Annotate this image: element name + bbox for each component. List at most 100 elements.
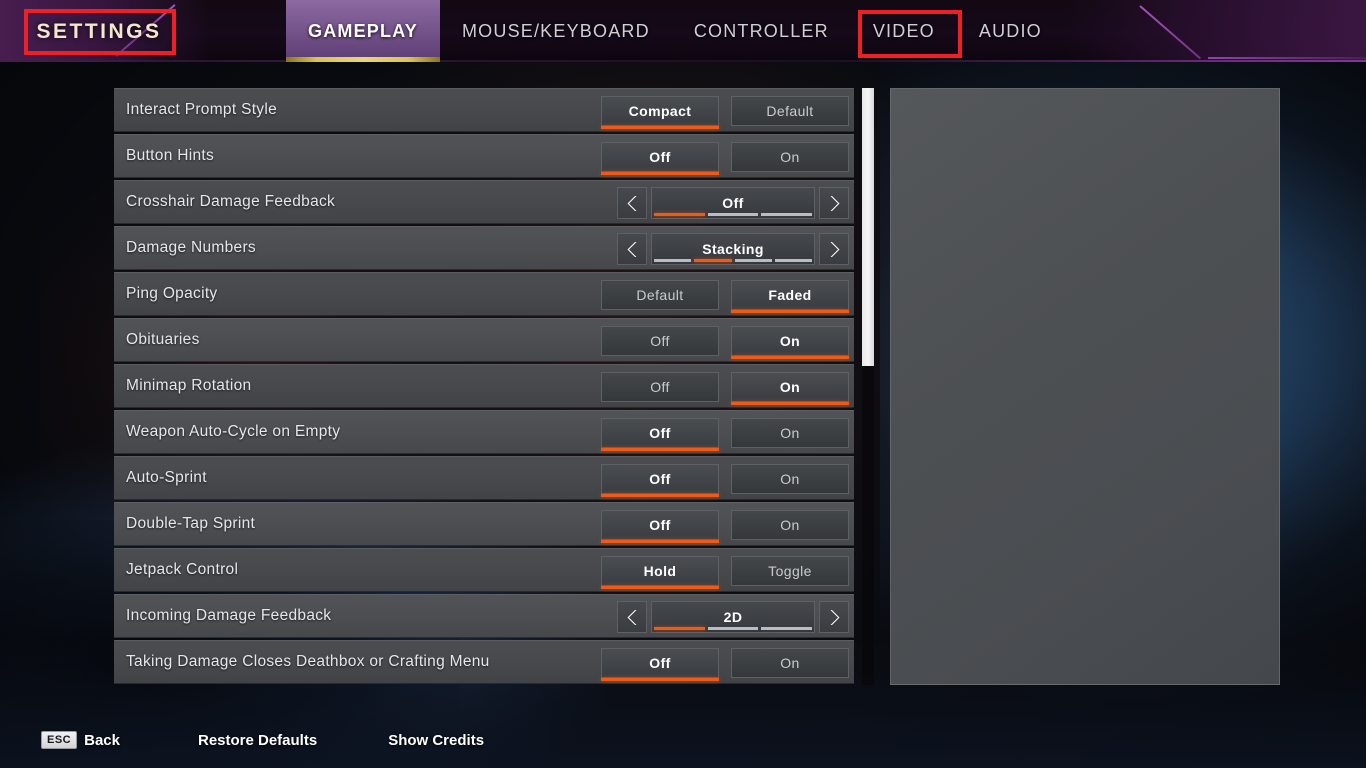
- chevron-right-icon[interactable]: [819, 187, 849, 219]
- tab-bar: GAMEPLAY MOUSE/KEYBOARD CONTROLLER VIDEO AUD…: [286, 0, 1064, 62]
- option-button[interactable]: Off: [601, 464, 719, 497]
- slider-value-box[interactable]: Stacking: [651, 233, 815, 265]
- restore-defaults-label: Restore Defaults: [197, 731, 318, 749]
- selected-indicator: [601, 448, 719, 451]
- tab-audio[interactable]: AUDIO: [957, 0, 1064, 62]
- chevron-left-icon[interactable]: [617, 601, 647, 633]
- slider-segments: [654, 213, 813, 216]
- slider-segment: [761, 627, 813, 630]
- settings-list[interactable]: Interact Prompt Style Compact Default Butto…: [114, 88, 854, 685]
- option-button[interactable]: On: [731, 464, 849, 494]
- slider-segment: [654, 213, 705, 216]
- settings-row[interactable]: Button Hints Off On: [114, 134, 854, 178]
- slider-value-box[interactable]: Off: [651, 187, 815, 219]
- option-button[interactable]: On: [731, 510, 849, 540]
- header-purple-right: [1066, 0, 1366, 62]
- footer-bar: ESC Back Restore Defaults Show Credits: [0, 712, 1366, 768]
- tab-gameplay[interactable]: GAMEPLAY: [286, 0, 440, 62]
- option-button-label: On: [780, 425, 800, 441]
- slider-control: Stacking: [617, 233, 849, 265]
- esc-key-icon: ESC: [41, 731, 78, 749]
- settings-row-control: Off On: [589, 135, 849, 179]
- option-button[interactable]: Off: [601, 372, 719, 402]
- settings-row-control: Hold Toggle: [589, 549, 849, 593]
- settings-row[interactable]: Ping Opacity Default Faded: [114, 272, 854, 316]
- chevron-right-icon[interactable]: [819, 233, 849, 265]
- tab-mouse-keyboard[interactable]: MOUSE/KEYBOARD: [440, 0, 672, 62]
- tab-controller[interactable]: CONTROLLER: [672, 0, 851, 62]
- settings-row[interactable]: Damage Numbers Stacking: [114, 226, 854, 270]
- settings-row[interactable]: Incoming Damage Feedback 2D: [114, 594, 854, 638]
- slider-value-label: Off: [722, 195, 744, 211]
- option-button[interactable]: On: [731, 648, 849, 678]
- option-button[interactable]: Default: [601, 280, 719, 310]
- option-button[interactable]: On: [731, 418, 849, 448]
- selected-indicator: [601, 494, 719, 497]
- option-button[interactable]: Off: [601, 510, 719, 543]
- option-button[interactable]: Off: [601, 648, 719, 681]
- settings-row-label: Auto-Sprint: [126, 469, 207, 486]
- chevron-right-icon[interactable]: [819, 601, 849, 633]
- tab-video[interactable]: VIDEO: [851, 0, 957, 62]
- option-button[interactable]: Faded: [731, 280, 849, 313]
- settings-row-label: Taking Damage Closes Deathbox or Craftin…: [126, 653, 490, 670]
- selected-indicator: [731, 402, 849, 405]
- chevron-left-icon[interactable]: [617, 233, 647, 265]
- settings-row-control: Off On: [589, 411, 849, 455]
- slider-value-label: Stacking: [702, 241, 764, 257]
- settings-row[interactable]: Double-Tap Sprint Off On: [114, 502, 854, 546]
- restore-defaults-button[interactable]: Restore Defaults: [198, 732, 317, 749]
- settings-row-label: Minimap Rotation: [126, 377, 252, 394]
- back-button[interactable]: ESC Back: [41, 731, 120, 749]
- settings-row-control: Off On: [589, 641, 849, 685]
- settings-row-control: Off On: [589, 503, 849, 547]
- option-button-label: Off: [650, 333, 670, 349]
- option-button[interactable]: On: [731, 326, 849, 359]
- settings-row[interactable]: Taking Damage Closes Deathbox or Craftin…: [114, 640, 854, 684]
- option-button-label: Off: [649, 149, 671, 165]
- settings-row-control: Compact Default: [589, 89, 849, 133]
- option-button[interactable]: Off: [601, 142, 719, 175]
- option-button[interactable]: Compact: [601, 96, 719, 129]
- option-button-label: On: [780, 517, 800, 533]
- chevron-left-icon[interactable]: [617, 187, 647, 219]
- settings-row[interactable]: Crosshair Damage Feedback Off: [114, 180, 854, 224]
- slider-segment: [761, 213, 813, 216]
- show-credits-label: Show Credits: [388, 731, 485, 749]
- scrollbar-thumb[interactable]: [862, 88, 874, 366]
- option-button[interactable]: On: [731, 142, 849, 172]
- option-button[interactable]: Toggle: [731, 556, 849, 586]
- option-button-label: On: [779, 333, 801, 349]
- settings-row-control: 2D: [605, 595, 849, 639]
- settings-row[interactable]: Jetpack Control Hold Toggle: [114, 548, 854, 592]
- settings-row[interactable]: Auto-Sprint Off On: [114, 456, 854, 500]
- option-button-label: Default: [766, 103, 814, 119]
- option-button[interactable]: Off: [601, 418, 719, 451]
- option-button-label: On: [780, 655, 800, 671]
- slider-value-box[interactable]: 2D: [651, 601, 815, 633]
- option-button[interactable]: Off: [601, 326, 719, 356]
- option-button-label: Off: [649, 471, 671, 487]
- option-button-label: On: [780, 149, 800, 165]
- settings-row[interactable]: Obituaries Off On: [114, 318, 854, 362]
- option-button[interactable]: On: [731, 372, 849, 405]
- option-button-label: Off: [649, 517, 671, 533]
- settings-row-label: Crosshair Damage Feedback: [126, 193, 336, 210]
- tab-label: VIDEO: [872, 20, 935, 41]
- slider-segment: [774, 259, 812, 262]
- settings-row[interactable]: Interact Prompt Style Compact Default: [114, 88, 854, 132]
- settings-row-label: Incoming Damage Feedback: [126, 607, 332, 624]
- settings-row-control: Stacking: [605, 227, 849, 271]
- settings-row-control: Off On: [589, 365, 849, 409]
- option-button-label: On: [779, 379, 801, 395]
- option-button[interactable]: Default: [731, 96, 849, 126]
- option-button-label: Off: [650, 379, 670, 395]
- selected-indicator: [601, 126, 719, 129]
- settings-row[interactable]: Minimap Rotation Off On: [114, 364, 854, 408]
- tab-label: CONTROLLER: [693, 20, 829, 41]
- settings-row[interactable]: Weapon Auto-Cycle on Empty Off On: [114, 410, 854, 454]
- option-button-label: Hold: [643, 563, 677, 579]
- header-accent-line-right: [1208, 57, 1366, 59]
- option-button[interactable]: Hold: [601, 556, 719, 589]
- show-credits-button[interactable]: Show Credits: [388, 732, 484, 749]
